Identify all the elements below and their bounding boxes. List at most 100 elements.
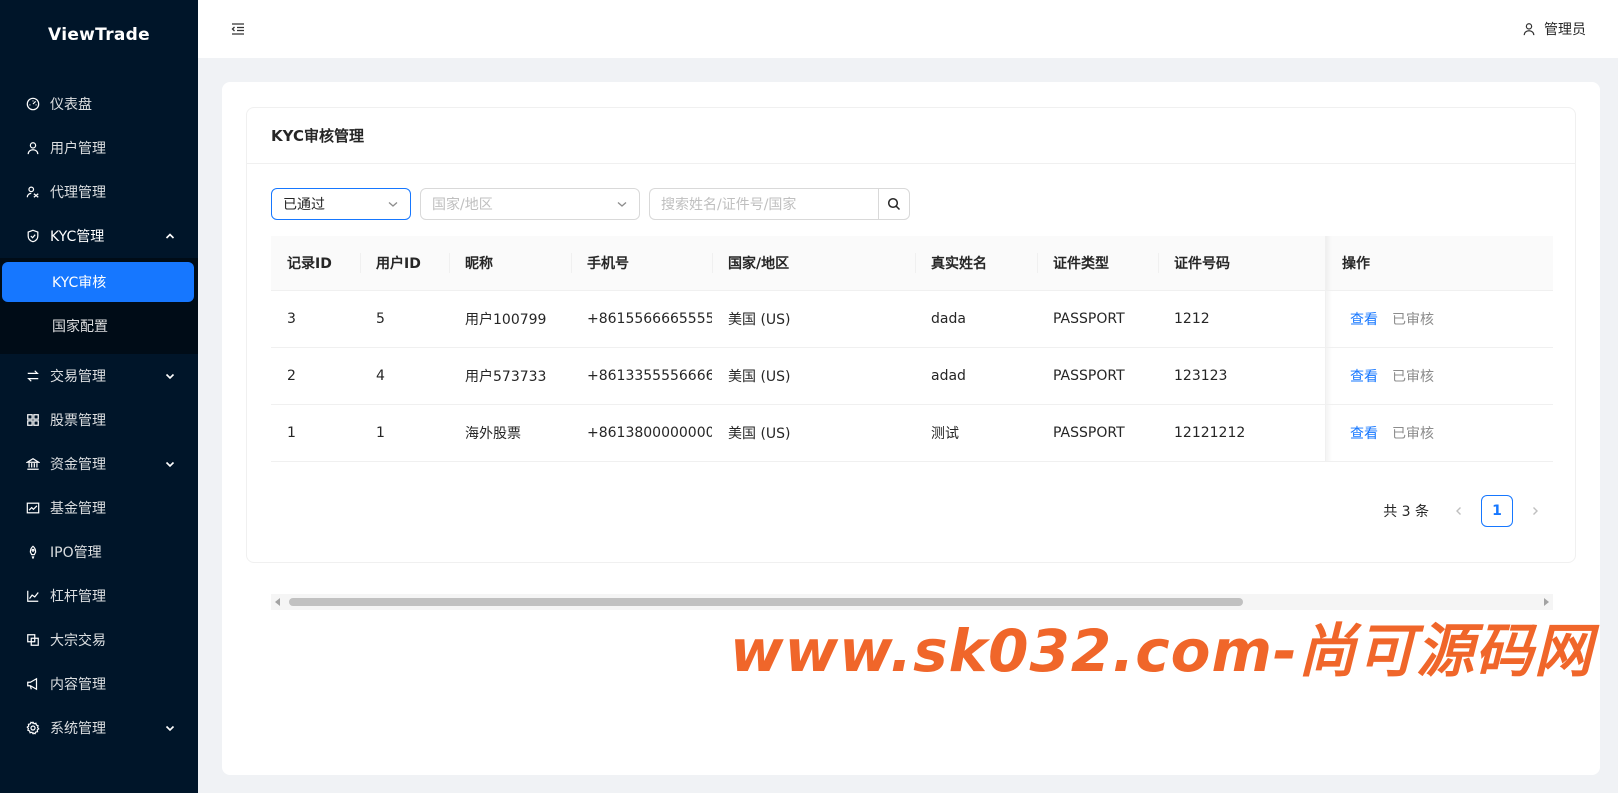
scroll-left-arrow[interactable] [275,598,280,606]
cell-id-number: 1212 [1174,311,1210,327]
prev-page-button[interactable] [1443,495,1475,527]
next-page-button[interactable] [1519,495,1551,527]
rocket-icon [26,545,40,559]
sidebar-menu: 仪表盘 用户管理 代理管理 KYC管理 KYC审核 国家配置 交易管理 股票管理… [0,82,198,750]
watermark-text: www.sk032.com-尚可源码网 [730,617,1594,685]
sidebar-item-label: KYC管理 [50,229,105,245]
column-header: 国家/地区 [712,253,915,273]
swap-icon [26,369,40,383]
sidebar: ViewTrade 仪表盘 用户管理 代理管理 KYC管理 KYC审核 国家配置… [0,0,198,793]
sidebar-item-label: 股票管理 [50,413,106,429]
column-header: 证件类型 [1037,253,1158,273]
column-header: 昵称 [449,253,571,273]
chevron-down-icon [165,461,175,468]
cell-id-number: 123123 [1174,368,1228,384]
column-header: 真实姓名 [915,253,1037,273]
kyc-table: 记录ID 用户ID 昵称 手机号 国家/地区 真实姓名 证件类型 证件号码 操作… [271,236,1553,462]
top-header: 管理员 [198,0,1618,58]
sidebar-item-users[interactable]: 用户管理 [0,126,198,170]
column-header: 用户ID [360,253,449,273]
reviewed-label: 已审核 [1392,312,1434,328]
search-button[interactable] [878,188,910,220]
fund-icon [26,501,40,515]
status-select[interactable]: 已通过 [271,188,411,220]
sidebar-item-label: 大宗交易 [50,633,106,649]
filter-bar: 已通过 国家/地区 搜索姓名/证件号/国家 [271,188,910,220]
sidebar-item-label: 用户管理 [50,141,106,157]
status-select-value: 已通过 [283,197,325,213]
sidebar-item-label: 基金管理 [50,501,106,517]
user-icon [1523,23,1535,36]
chevron-down-icon [617,202,627,207]
view-link[interactable]: 查看 [1350,366,1378,386]
country-select-placeholder: 国家/地区 [432,197,493,213]
sidebar-item-leverage[interactable]: 杠杆管理 [0,574,198,618]
kyc-review-card: KYC审核管理 已通过 国家/地区 搜索姓名/证件号/国家 记录ID 用户ID [246,107,1576,610]
cell-country: 美国 (US) [728,369,791,385]
cell-record-id: 3 [287,311,296,327]
cell-id-type: PASSPORT [1053,425,1125,441]
page-title: KYC审核管理 [247,108,1575,164]
sidebar-item-agents[interactable]: 代理管理 [0,170,198,214]
block-icon [26,633,40,647]
user-menu[interactable]: 管理员 [1522,19,1586,39]
cell-user-id: 4 [376,368,385,384]
shield-check-icon [26,229,40,243]
user-name: 管理员 [1544,22,1586,38]
bank-icon [26,457,40,471]
view-link[interactable]: 查看 [1350,309,1378,329]
menu-fold-icon[interactable] [231,21,247,37]
view-link[interactable]: 查看 [1350,423,1378,443]
reviewed-label: 已审核 [1392,369,1434,385]
sidebar-item-funds-capital[interactable]: 资金管理 [0,442,198,486]
pagination: 共 3 条 1 [1383,495,1551,527]
appstore-icon [26,413,40,427]
table-row: 3 5 用户100799 +8615566665555 美国 (US) dada… [271,291,1553,348]
column-header: 操作 [1325,236,1553,290]
cell-real-name: adad [931,368,966,384]
cell-real-name: 测试 [931,426,959,442]
cell-record-id: 1 [287,425,296,441]
sidebar-item-kyc[interactable]: KYC管理 [0,214,198,258]
cell-real-name: dada [931,311,966,327]
sidebar-item-dashboard[interactable]: 仪表盘 [0,82,198,126]
reviewed-label: 已审核 [1392,426,1434,442]
sidebar-item-label: 系统管理 [50,721,106,737]
sidebar-item-system[interactable]: 系统管理 [0,706,198,750]
cell-actions: 查看 已审核 [1325,405,1553,461]
cell-id-type: PASSPORT [1053,311,1125,327]
chevron-down-icon [165,373,175,380]
country-select[interactable]: 国家/地区 [420,188,640,220]
sidebar-item-stocks[interactable]: 股票管理 [0,398,198,442]
table-header: 记录ID 用户ID 昵称 手机号 国家/地区 真实姓名 证件类型 证件号码 操作 [271,236,1553,291]
chevron-down-icon [388,202,398,207]
setting-icon [26,721,40,735]
table-row: 1 1 海外股票 +8613800000000 美国 (US) 测试 PASSP… [271,405,1553,462]
cell-id-number: 12121212 [1174,425,1246,441]
cell-id-type: PASSPORT [1053,368,1125,384]
pagination-total: 共 3 条 [1383,504,1429,520]
chevron-up-icon [165,233,175,239]
sidebar-item-block-trade[interactable]: 大宗交易 [0,618,198,662]
sidebar-item-country-config[interactable]: 国家配置 [2,306,194,346]
page-number-current[interactable]: 1 [1481,495,1513,527]
agent-icon [26,185,40,199]
sidebar-item-fund[interactable]: 基金管理 [0,486,198,530]
search-input[interactable]: 搜索姓名/证件号/国家 [649,188,878,220]
cell-nickname: 海外股票 [465,426,521,442]
sidebar-item-kyc-review[interactable]: KYC审核 [2,262,194,302]
sidebar-item-trading[interactable]: 交易管理 [0,354,198,398]
chevron-down-icon [165,725,175,732]
cell-actions: 查看 已审核 [1325,348,1553,404]
sidebar-item-label: 仪表盘 [50,97,92,113]
cell-actions: 查看 已审核 [1325,291,1553,347]
cell-user-id: 5 [376,311,385,327]
sidebar-item-ipo[interactable]: IPO管理 [0,530,198,574]
sidebar-item-content[interactable]: 内容管理 [0,662,198,706]
cell-phone: +8615566665555 [587,311,712,327]
cell-country: 美国 (US) [728,426,791,442]
chevron-right-icon [1533,507,1538,515]
user-icon [26,141,40,155]
column-header: 记录ID [287,256,332,272]
sidebar-item-label: 交易管理 [50,369,106,385]
